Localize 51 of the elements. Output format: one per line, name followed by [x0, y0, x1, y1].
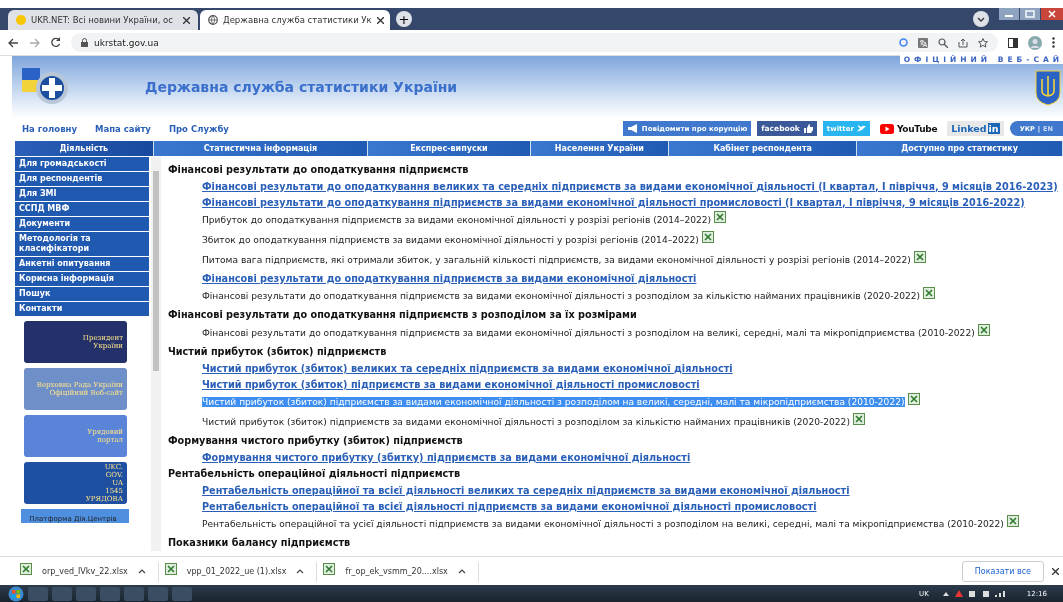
report-link[interactable]: Фінансові результати до оподаткування підприємств за видами економічної діяльності [202, 272, 697, 284]
section-heading: Фінансові результати до оподаткування підприємств з розподілом за їх розмірами [168, 309, 637, 320]
new-tab-button[interactable]: + [396, 11, 412, 27]
youtube-button[interactable]: YouTube [875, 121, 942, 136]
report-link[interactable]: Рентабельність операційної та всієї діяльності великих та середніх підприємств за видами економічної діяльності [202, 484, 850, 496]
section-heading: Фінансові результати до оподаткування підприємств [168, 164, 469, 175]
report-link[interactable]: Фінансові результати до оподаткування великих та середніх підприємств за видами економічної діяльності (I квартал, I півріччя, 9 місяців 2016-2023) [202, 180, 1058, 192]
show-all-button[interactable]: Показати все [961, 561, 1044, 582]
file-link[interactable]: Рентабельність операційної та усієї діяльності підприємств за видами економічної діяльності з розподілом на великі, середні, малі та мікропідприємства (2010-2022) [202, 519, 1004, 529]
file-link[interactable]: Фінансові результати до оподаткування підприємств за видами економічної діяльності з розподілом на великі, середні, малі та мікропідприємства (2010-2022) [202, 328, 975, 338]
browser-tab[interactable]: Державна служба статистики Ук [200, 10, 390, 30]
sidebar-item[interactable]: Для громадськості [15, 157, 149, 171]
file-link[interactable]: Чистий прибуток (збиток) підприємств за видами економічної діяльності з розподілом за кількістю найманих працівників (2020-2022) [202, 417, 850, 427]
nav-tab[interactable]: Населення України [530, 141, 670, 156]
sidebar-item[interactable]: ССПД МВФ [15, 202, 149, 216]
nav-tab[interactable]: Експрес-випуски [368, 141, 531, 156]
sidebar-item[interactable]: Для ЗМІ [15, 187, 149, 201]
site-title: Державна служба статистики України [145, 79, 458, 95]
browser-tab[interactable]: UKR.NET: Всі новини України, ос [8, 10, 198, 30]
sidebar-item[interactable]: Корисна інформація [15, 272, 149, 286]
report-link[interactable]: Чистий прибуток (збиток) великих та середніх підприємств за видами економічної діяльності [202, 362, 733, 374]
file-link[interactable]: Фінансові результати до оподаткування підприємств за видами економічної діяльності з розподілом за кількістю найманих працівників (2020-2022) [202, 291, 921, 301]
section-heading: Чистий прибуток (збиток) підприємств [168, 346, 387, 357]
sidebar-item[interactable]: Анкетні опитування [15, 257, 149, 271]
file-link[interactable]: Збиток до оподаткування підприємств за видами економічної діяльності у розрізі регіонів (2014–2022) [202, 235, 699, 245]
sidebar-item[interactable]: Контакти [15, 302, 149, 316]
report-link[interactable]: Фінансові результати до оподаткування підприємств за видами економічної діяльності промисловості (I квартал, I півріччя, 9 місяців 2016-2022) [202, 196, 1025, 208]
sidebar-item[interactable]: Методологія та класифікатори [15, 232, 149, 256]
download-item[interactable]: orp_ved_IVkv_22.xlsx [14, 561, 159, 582]
download-item[interactable]: fr_op_ek_vsmm_20....xlsx [317, 561, 479, 582]
linkedin-button[interactable]: Linked in [947, 121, 1004, 136]
download-item[interactable]: vpp_01_2022_ue (1).xlsx [158, 561, 318, 582]
nav-tab[interactable]: Статистична інформація [153, 141, 369, 156]
report-link[interactable]: Чистий прибуток (збиток) підприємств за видами економічної діяльності промисловості [202, 378, 700, 390]
section-heading: Рентабельність операційної діяльності підприємств [168, 468, 461, 479]
file-link[interactable]: Питома вага підприємств, які отримали збиток, у загальній кількості підприємств, за видами економічної діяльності у розрізі регіонів (2014–2022) [202, 255, 911, 265]
nav-tab[interactable]: Діяльність [15, 141, 154, 156]
nav-tab[interactable]: Доступно про статистику [857, 141, 1063, 156]
report-link[interactable]: Формування чистого прибутку (збитку) підприємств за видами економічної діяльності [202, 451, 691, 463]
address-bar[interactable]: ukrstat.gov.ua [71, 33, 998, 52]
sidebar-item[interactable]: Пошук [15, 287, 149, 301]
sidebar-item[interactable]: Документи [15, 217, 149, 231]
report-link[interactable]: Рентабельність операційної та всієї діяльності підприємств за видами економічної діяльності промисловості [202, 500, 817, 512]
sidebar-item[interactable]: Для респондентів [15, 172, 149, 186]
top-link[interactable]: На головну [22, 123, 77, 134]
top-link[interactable]: Про Службу [168, 123, 229, 134]
nav-tab[interactable]: Кабінет респондента [669, 141, 858, 156]
section-heading: Показники балансу підприємств [168, 537, 351, 548]
file-link[interactable]: Прибуток до оподаткування підприємств за видами економічної діяльності у розрізі регіонів (2014–2022) [202, 215, 712, 225]
section-heading: Формування чистого прибутку (збиток) підприємств [168, 435, 463, 446]
top-link[interactable]: Мапа сайту [94, 123, 151, 134]
